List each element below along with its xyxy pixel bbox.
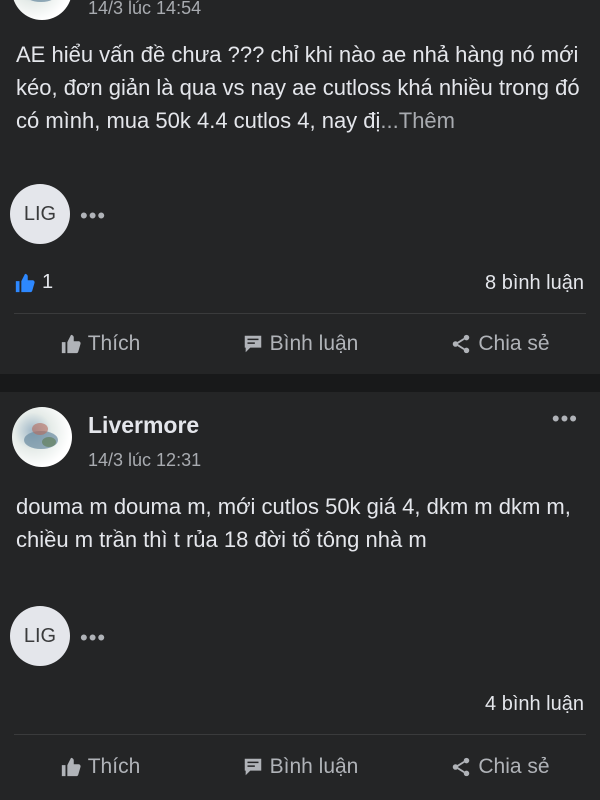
author-name[interactable]: Livermore [88,412,199,439]
post-card: 14/3 lúc 14:54 AE hiểu vấn đề chưa ??? c… [0,0,600,374]
comment-count[interactable]: 4 bình luận [485,693,584,716]
more-commenters-icon[interactable]: ••• [80,203,106,229]
post-menu-icon[interactable]: ••• [552,406,578,432]
more-commenters-icon[interactable]: ••• [80,625,106,651]
commenter-avatar[interactable]: LIG [10,184,70,244]
like-button[interactable]: Thích [0,324,200,364]
see-more-link[interactable]: ...Thêm [380,108,455,133]
author-avatar[interactable] [12,0,72,20]
comment-button[interactable]: Bình luận [200,324,400,364]
share-label: Chia sẻ [478,755,550,778]
post-text: douma m douma m, mới cutlos 50k giá 4, d… [16,494,571,552]
divider [14,734,586,735]
author-avatar[interactable] [12,407,72,467]
comment-label: Bình luận [269,755,359,778]
comment-icon [244,758,261,776]
like-badge-icon [15,273,35,292]
comment-count[interactable]: 8 bình luận [485,272,584,295]
comment-label: Bình luận [269,332,359,355]
like-button[interactable]: Thích [0,747,200,787]
post-body: AE hiểu vấn đề chưa ??? chỉ khi nào ae n… [16,42,580,133]
post-actions: Thích Bình luận Chia sẻ [0,747,600,787]
post-card: Livermore 14/3 lúc 12:31 ••• douma m dou… [0,392,600,800]
share-label: Chia sẻ [478,332,550,355]
post-timestamp[interactable]: 14/3 lúc 14:54 [88,0,201,19]
commenter-avatar[interactable]: LIG [10,606,70,666]
share-button[interactable]: Chia sẻ [400,324,600,364]
share-icon [453,757,470,777]
thumbs-up-icon [61,757,81,777]
like-label: Thích [87,332,141,355]
divider [14,313,586,314]
post-text: AE hiểu vấn đề chưa ??? chỉ khi nào ae n… [16,38,591,137]
like-count: 1 [42,271,54,293]
thumbs-up-icon [61,334,81,354]
post-actions: Thích Bình luận Chia sẻ [0,324,600,364]
comment-button[interactable]: Bình luận [200,747,400,787]
like-summary[interactable]: 1 [14,271,53,294]
like-label: Thích [87,755,141,778]
comment-icon [244,335,261,353]
share-icon [453,334,470,354]
share-button[interactable]: Chia sẻ [400,747,600,787]
post-timestamp[interactable]: 14/3 lúc 12:31 [88,450,201,471]
